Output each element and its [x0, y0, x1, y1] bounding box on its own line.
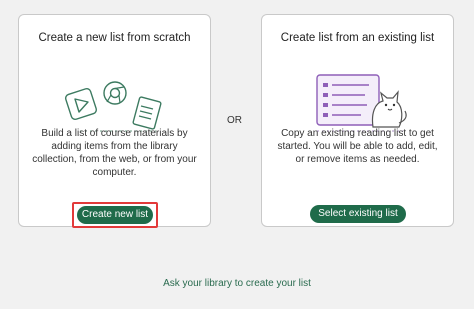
chrome-icon [102, 81, 127, 105]
existing-list-card: Create list from an existing list Copy a… [261, 14, 454, 227]
ask-library-link[interactable]: Ask your library to create your list [0, 278, 474, 289]
select-existing-list-button[interactable]: Select existing list [310, 205, 406, 223]
create-new-card: Create a new list from scratch Build a l… [18, 14, 211, 228]
play-icon [64, 87, 97, 121]
create-new-list-button[interactable]: Create new list [77, 206, 153, 224]
create-new-button-highlight: Create new list [72, 202, 158, 228]
list-board-icon [315, 74, 380, 126]
document-icon [132, 96, 161, 130]
existing-list-title: Create list from an existing list [280, 32, 435, 44]
create-new-title: Create a new list from scratch [38, 32, 191, 44]
existing-list-description: Copy an existing reading list to get sta… [277, 128, 438, 165]
create-new-description: Build a list of course materials by addi… [32, 128, 197, 178]
or-separator: OR [227, 115, 242, 126]
